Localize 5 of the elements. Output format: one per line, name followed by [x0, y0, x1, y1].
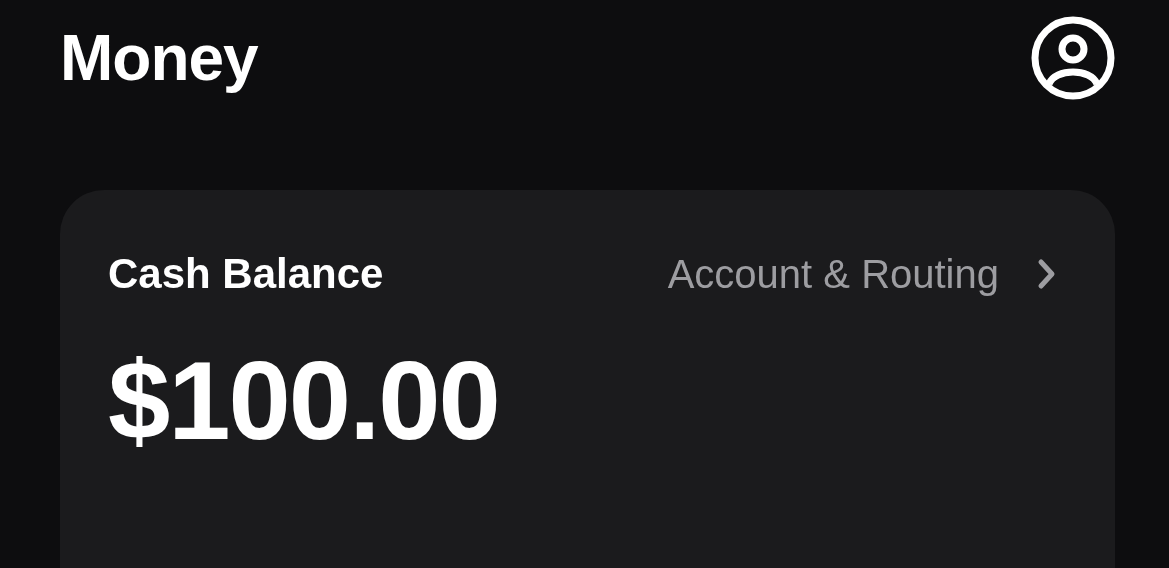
- chevron-right-icon: [1037, 257, 1057, 290]
- card-title: Cash Balance: [108, 249, 384, 299]
- profile-icon[interactable]: [1031, 16, 1115, 100]
- balance-amount: $100.00: [108, 345, 500, 457]
- account-routing-link[interactable]: Account & Routing: [667, 243, 1057, 304]
